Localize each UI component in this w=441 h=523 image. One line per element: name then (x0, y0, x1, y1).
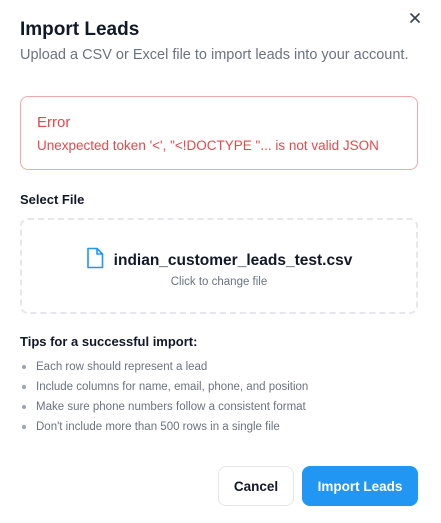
import-leads-button[interactable]: Import Leads (302, 466, 418, 506)
error-alert: Error Unexpected token '<', "<!DOCTYPE "… (20, 96, 418, 170)
file-icon (86, 247, 104, 274)
cancel-button[interactable]: Cancel (218, 466, 294, 506)
file-name: indian_customer_leads_test.csv (113, 251, 353, 269)
close-icon (409, 11, 421, 29)
close-button[interactable] (405, 10, 425, 30)
dialog-title: Import Leads (20, 19, 140, 40)
error-title: Error (37, 114, 71, 131)
tips-title: Tips for a successful import: (20, 334, 198, 349)
tips-list: Each row should represent a lead Include… (20, 359, 308, 439)
tip-item: Make sure phone numbers follow a consist… (20, 399, 308, 419)
tip-item: Each row should represent a lead (20, 359, 308, 379)
tip-item: Don't include more than 500 rows in a si… (20, 419, 308, 439)
selected-file: indian_customer_leads_test.csv (22, 247, 416, 274)
select-file-label: Select File (20, 192, 85, 207)
dialog-subtitle: Upload a CSV or Excel file to import lea… (20, 47, 409, 63)
error-message: Unexpected token '<', "<!DOCTYPE "... is… (37, 138, 379, 153)
change-file-hint: Click to change file (170, 276, 268, 288)
import-leads-dialog: Import Leads Upload a CSV or Excel file … (0, 0, 441, 523)
file-dropzone[interactable]: indian_customer_leads_test.csv Click to … (20, 218, 418, 314)
tip-item: Include columns for name, email, phone, … (20, 379, 308, 399)
